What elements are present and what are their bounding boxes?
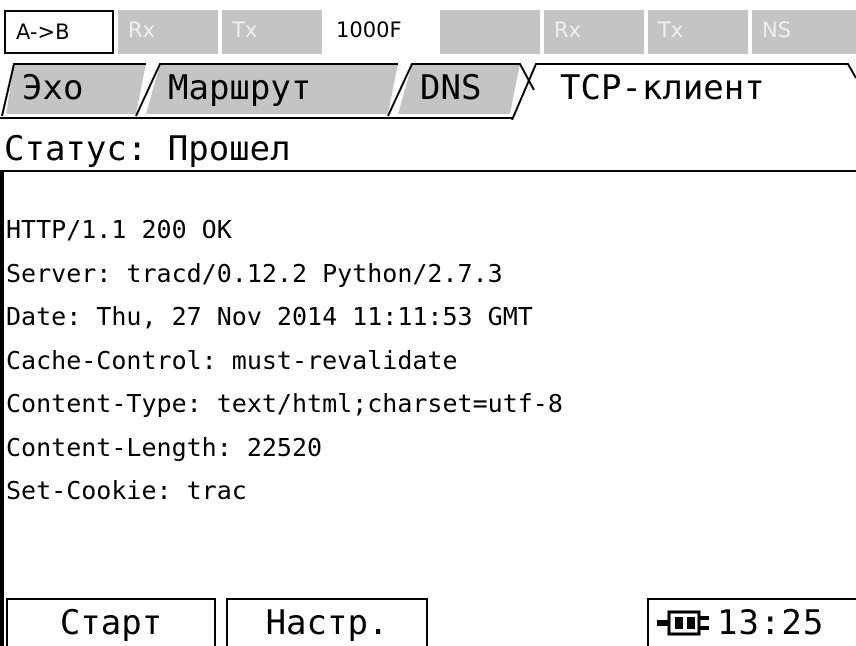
power-plug-icon	[657, 610, 709, 636]
tab-dns[interactable]: DNS	[420, 64, 481, 112]
blank-indicator	[440, 10, 540, 54]
tab-echo[interactable]: Эхо	[22, 64, 83, 112]
response-line: Date: Thu, 27 Nov 2014 11:11:53 GMT	[6, 302, 533, 331]
ns-indicator: NS	[752, 10, 856, 54]
link-speed-indicator: 1000F	[326, 10, 436, 54]
response-output: HTTP/1.1 200 OK Server: tracd/0.12.2 Pyt…	[6, 208, 563, 513]
response-line: Set-Cookie: trac	[6, 476, 247, 505]
direction-indicator[interactable]: A->B	[4, 10, 114, 54]
tab-tcp-client[interactable]: TCP-клиент	[560, 64, 765, 112]
tab-route[interactable]: Маршрут	[168, 64, 311, 112]
response-line: HTTP/1.1 200 OK	[6, 215, 232, 244]
clock-time: 13:25	[717, 603, 825, 643]
tx-indicator-b: Tx	[648, 10, 748, 54]
response-line: Content-Type: text/html;charset=utf-8	[6, 389, 563, 418]
response-line: Content-Length: 22520	[6, 432, 323, 462]
rx-indicator-b: Rx	[544, 10, 644, 54]
start-button[interactable]: Старт	[6, 598, 216, 646]
settings-button[interactable]: Настр.	[226, 598, 428, 646]
status-text: Статус: Прошел	[4, 129, 291, 169]
response-line: Cache-Control: must-revalidate	[6, 345, 458, 375]
response-line: Server: tracd/0.12.2 Python/2.7.3	[6, 258, 503, 288]
tx-indicator-a: Tx	[222, 10, 322, 54]
rx-indicator-a: Rx	[118, 10, 218, 54]
left-border	[0, 172, 4, 646]
status-strip: A->B Rx Tx 1000F Rx Tx NS	[0, 0, 856, 56]
